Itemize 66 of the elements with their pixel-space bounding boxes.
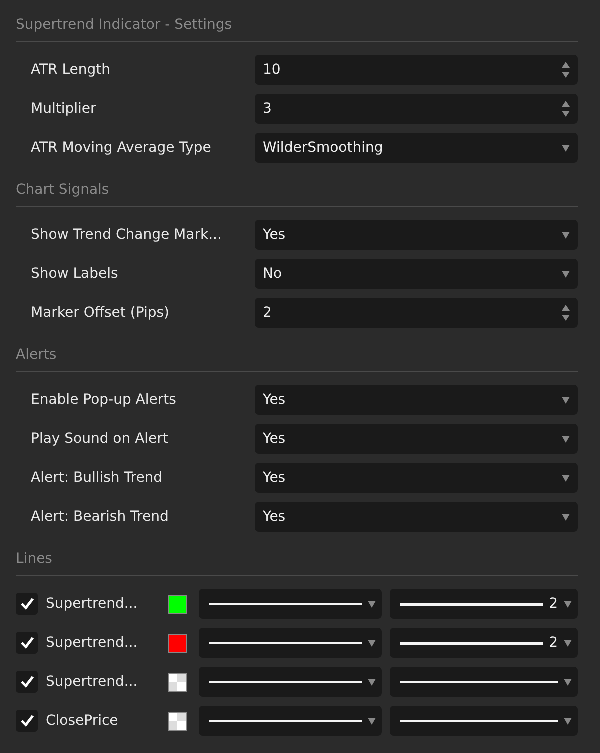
dropdown[interactable]: Yes — [255, 220, 578, 250]
spinner-arrows-icon — [562, 62, 570, 78]
number-field[interactable]: 10 — [255, 55, 578, 85]
line-style-dropdown[interactable] — [199, 706, 382, 736]
setting-label: Alert: Bullish Trend — [30, 470, 164, 486]
caret-icon — [564, 678, 572, 686]
line-width-dropdown[interactable] — [390, 667, 578, 697]
caret-icon — [564, 640, 572, 646]
number-field[interactable]: 3 — [255, 94, 578, 124]
spinner-arrows-icon — [562, 101, 570, 117]
color-swatch[interactable] — [168, 672, 187, 692]
checkbox[interactable] — [16, 671, 38, 693]
line-style-dropdown[interactable] — [199, 667, 382, 697]
dropdown[interactable]: Yes — [255, 502, 578, 532]
caret-icon — [564, 718, 572, 724]
number-field[interactable]: 2 — [255, 298, 578, 328]
caret-icon — [368, 678, 376, 686]
line-label: Supertrend... — [46, 635, 139, 651]
dropdown[interactable]: Yes — [255, 463, 578, 493]
setting-label: ATR Moving Average Type — [30, 140, 212, 156]
caret-icon — [562, 144, 570, 152]
checkmark-icon — [20, 598, 34, 610]
caret-icon — [368, 600, 376, 608]
spinner-arrows-icon — [562, 305, 570, 321]
caret-icon — [562, 232, 570, 238]
line-width-dropdown[interactable] — [390, 706, 578, 736]
setting-label: Play Sound on Alert — [30, 431, 170, 447]
setting-label: Show Labels — [30, 266, 120, 282]
section-header: Alerts — [16, 346, 578, 372]
caret-icon — [562, 270, 570, 278]
section-header: Supertrend Indicator - Settings — [16, 16, 578, 42]
color-swatch[interactable] — [168, 712, 187, 730]
dropdown[interactable]: WilderSmoothing — [255, 133, 578, 163]
setting-label: Marker Offset (Pips) — [30, 305, 170, 321]
dropdown[interactable]: No — [255, 259, 578, 289]
checkmark-icon — [20, 637, 34, 649]
checkbox[interactable] — [16, 710, 38, 732]
checkbox[interactable] — [16, 593, 38, 615]
checkbox[interactable] — [16, 632, 38, 654]
caret-icon — [368, 718, 376, 724]
color-swatch[interactable] — [168, 634, 187, 652]
setting-label: Alert: Bearish Trend — [30, 509, 170, 525]
setting-label: Multiplier — [30, 101, 98, 117]
checkmark-icon — [20, 715, 34, 727]
line-label: ClosePrice — [46, 713, 120, 729]
line-style-dropdown[interactable] — [199, 589, 382, 619]
color-swatch[interactable] — [168, 594, 187, 614]
line-style-dropdown[interactable] — [199, 628, 382, 658]
line-label: Supertrend... — [46, 596, 139, 612]
line-label: Supertrend... — [46, 674, 139, 690]
caret-icon — [562, 396, 570, 404]
dropdown[interactable]: Yes — [255, 424, 578, 454]
setting-label: Enable Pop-up Alerts — [30, 392, 178, 408]
setting-label: ATR Length — [30, 62, 112, 78]
checkmark-icon — [20, 676, 34, 688]
caret-icon — [562, 474, 570, 482]
dropdown[interactable]: Yes — [255, 385, 578, 415]
line-width-dropdown[interactable]: 2 — [390, 628, 578, 658]
section-header: Chart Signals — [16, 181, 578, 207]
caret-icon — [368, 640, 376, 646]
line-width-dropdown[interactable]: 2 — [390, 589, 578, 619]
caret-icon — [564, 600, 572, 608]
setting-label: Show Trend Change Mark... — [30, 227, 223, 243]
caret-icon — [562, 514, 570, 520]
section-header: Lines — [16, 550, 578, 576]
caret-icon — [562, 436, 570, 442]
